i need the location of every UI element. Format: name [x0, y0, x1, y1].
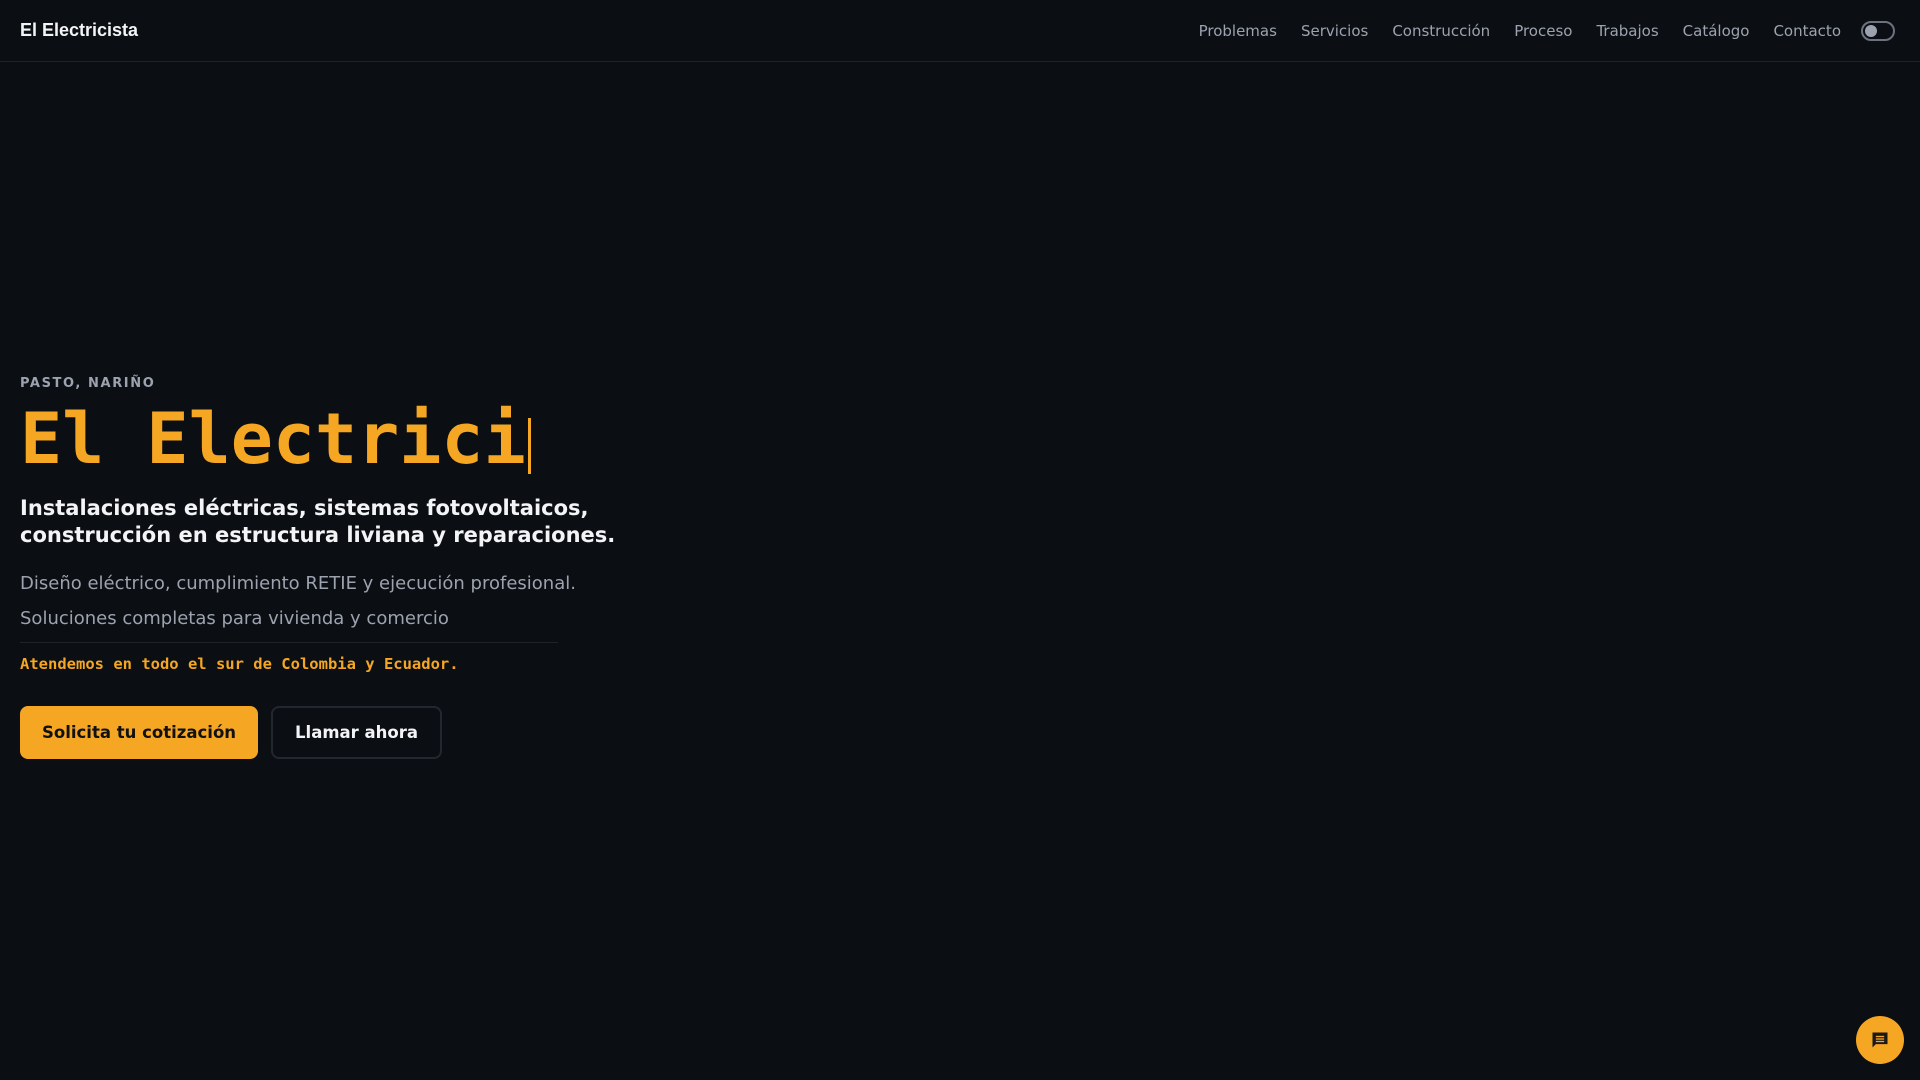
- chat-button[interactable]: [1856, 1016, 1904, 1064]
- coverage-text: Atendemos en todo el sur de Colombia y E…: [20, 655, 459, 673]
- hero-title-text: El Electrici: [20, 398, 526, 480]
- hero-description-1: Diseño eléctrico, cumplimiento RETIE y e…: [20, 573, 576, 594]
- nav-problemas[interactable]: Problemas: [1199, 22, 1277, 40]
- theme-toggle[interactable]: [1861, 20, 1895, 41]
- main-nav: Problemas Servicios Construcción Proceso…: [1199, 20, 1895, 41]
- typing-caret: [527, 418, 531, 474]
- nav-catalogo[interactable]: Catálogo: [1683, 22, 1750, 40]
- nav-servicios[interactable]: Servicios: [1301, 22, 1368, 40]
- chat-icon: [1872, 1032, 1888, 1048]
- hero-subtitle: Instalaciones eléctricas, sistemas fotov…: [20, 496, 616, 547]
- nav-proceso[interactable]: Proceso: [1514, 22, 1572, 40]
- hero-title: El Electrici: [20, 399, 740, 479]
- quote-button[interactable]: Solicita tu cotización: [20, 706, 259, 759]
- top-navbar: El Electricista Problemas Servicios Cons…: [0, 0, 1920, 62]
- hero-location: PASTO, NARIÑO: [20, 376, 156, 391]
- call-button[interactable]: Llamar ahora: [271, 706, 443, 759]
- nav-trabajos[interactable]: Trabajos: [1596, 22, 1658, 40]
- cta-group: Solicita tu cotización Llamar ahora: [20, 706, 740, 759]
- brand-logo[interactable]: El Electricista: [20, 20, 138, 41]
- divider: [20, 642, 558, 643]
- hero-description-2: Soluciones completas para vivienda y com…: [20, 608, 449, 629]
- hero-section: PASTO, NARIÑO El Electrici Instalaciones…: [20, 376, 740, 759]
- nav-contacto[interactable]: Contacto: [1773, 22, 1841, 40]
- nav-construccion[interactable]: Construcción: [1392, 22, 1490, 40]
